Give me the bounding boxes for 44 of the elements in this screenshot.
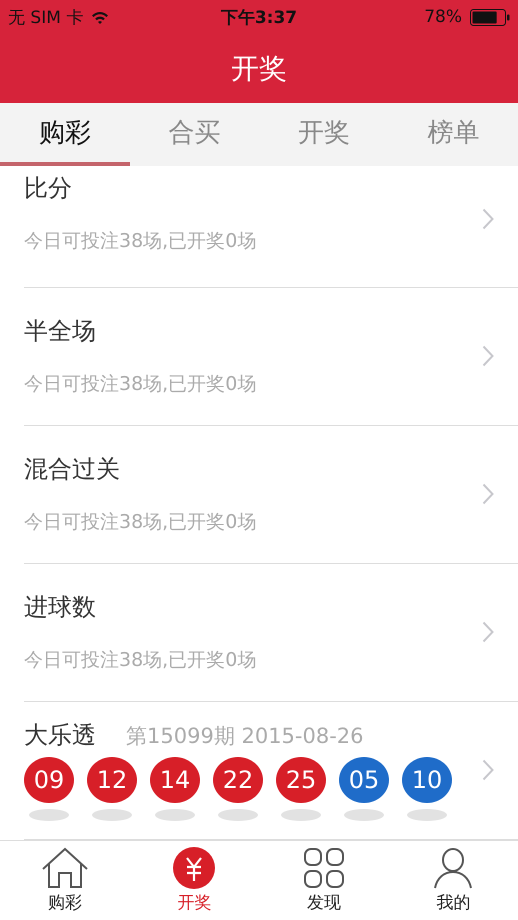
issue-text: 第15099期 2015-08-26 <box>126 723 364 750</box>
lottery-ball: 09 <box>24 757 74 804</box>
game-subtitle: 今日可投注38场,已开奖0场 <box>24 228 258 254</box>
lottery-ball: 10 <box>402 757 452 804</box>
battery-icon <box>470 8 510 26</box>
nav-title: 开奖 <box>231 50 287 87</box>
lottery-ball: 25 <box>276 757 326 804</box>
game-subtitle: 今日可投注38场,已开奖0场 <box>24 648 258 674</box>
game-title[interactable]: 半全场 <box>24 315 482 348</box>
grid-icon <box>302 846 345 889</box>
lottery-ball: 12 <box>87 757 137 804</box>
lottery-ball: 05 <box>339 757 389 804</box>
ball-shadow <box>281 809 321 822</box>
yuan-icon <box>172 846 216 889</box>
tab[interactable]: 购彩 <box>0 102 130 166</box>
ball-shadow <box>29 809 69 822</box>
game-subtitle: 今日可投注38场,已开奖0场 <box>24 510 258 536</box>
carrier-text: 无 SIM 卡 <box>8 6 84 29</box>
chevron-icon <box>482 345 494 368</box>
battery-text: 78% <box>424 7 462 28</box>
chevron-icon <box>482 621 494 644</box>
ball-shadow <box>92 809 132 822</box>
game-title[interactable]: 大乐透 <box>24 719 96 752</box>
chevron-icon <box>482 483 494 506</box>
game-subtitle: 今日可投注38场,已开奖0场 <box>24 372 258 398</box>
wifi-icon <box>91 10 110 24</box>
tab-bar-item[interactable]: 开奖 <box>130 840 259 920</box>
game-title[interactable]: 混合过关 <box>24 453 482 486</box>
tab-bar-item[interactable]: 购彩 <box>0 840 130 920</box>
ball-shadow <box>344 809 384 822</box>
lottery-ball: 22 <box>213 757 263 804</box>
ball-shadow <box>155 809 195 822</box>
ball-shadow <box>407 809 447 822</box>
home-icon <box>40 846 90 889</box>
tab-bar-item[interactable]: 发现 <box>259 840 388 920</box>
chevron-icon <box>482 759 494 782</box>
ball-shadow <box>218 809 258 822</box>
game-title[interactable]: 进球数 <box>24 591 482 624</box>
chevron-icon <box>482 208 494 230</box>
tab-bar-item[interactable]: 我的 <box>388 840 518 920</box>
lottery-ball: 14 <box>150 757 200 804</box>
person-icon <box>432 846 474 889</box>
game-title[interactable]: 比分 <box>24 172 482 204</box>
clock-text: 下午3:37 <box>220 6 298 29</box>
